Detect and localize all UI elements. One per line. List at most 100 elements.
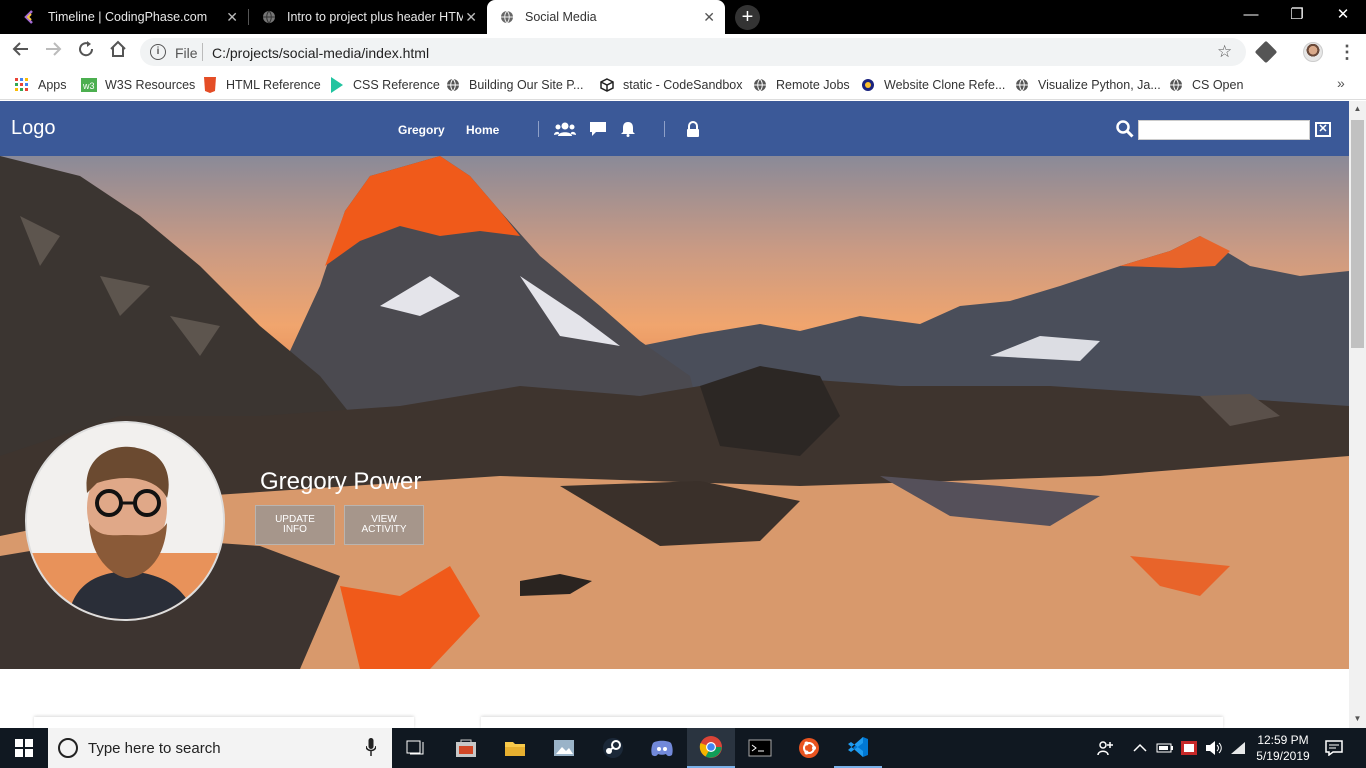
tab-timeline[interactable]: Timeline | CodingPhase.com ✕: [10, 0, 248, 34]
forward-button[interactable]: [41, 40, 65, 64]
home-button[interactable]: [106, 40, 130, 64]
bookmark-w3s[interactable]: w3 W3S Resources: [81, 76, 195, 94]
bookmark-visualize-python[interactable]: Visualize Python, Ja...: [1014, 76, 1161, 94]
search-clear-button[interactable]: ✕: [1315, 122, 1331, 137]
nav-link-gregory[interactable]: Gregory: [398, 123, 445, 137]
sidebar-card: [34, 717, 414, 728]
back-button[interactable]: [9, 40, 33, 64]
circle-icon: [860, 77, 876, 93]
windows-taskbar: Type here to search 12:59 PM 5/19/2019: [0, 728, 1366, 768]
clock-date: 5/19/2019: [1256, 749, 1310, 763]
lock-icon[interactable]: [682, 120, 704, 138]
close-icon[interactable]: ✕: [465, 9, 477, 26]
bookmark-css-reference[interactable]: CSS Reference: [329, 76, 440, 94]
vscode-icon[interactable]: [834, 728, 882, 768]
bookmark-label: CSS Reference: [353, 78, 440, 92]
terminal-icon[interactable]: [736, 728, 784, 768]
globe-icon: [752, 77, 768, 93]
site-header: Logo Gregory Home ✕: [0, 101, 1349, 156]
bookmark-label: W3S Resources: [105, 78, 196, 92]
bookmark-remote-jobs[interactable]: Remote Jobs: [752, 76, 850, 94]
address-url[interactable]: C:/projects/social-media/index.html: [212, 45, 429, 61]
site-logo[interactable]: Logo: [11, 117, 56, 140]
bookmark-label: HTML Reference: [226, 78, 321, 92]
windows-logo-icon: [15, 739, 33, 757]
people-icon[interactable]: [1096, 728, 1114, 768]
wifi-icon[interactable]: [1230, 728, 1246, 768]
tab-strip: Timeline | CodingPhase.com ✕ Intro to pr…: [0, 0, 1366, 34]
globe-icon: [1014, 77, 1030, 93]
cover-photo: Gregory Power UPDATE INFO VIEW ACTIVITY: [0, 156, 1349, 669]
ubuntu-icon[interactable]: [785, 728, 833, 768]
profile-avatar[interactable]: [1303, 42, 1323, 62]
tab-title: Timeline | CodingPhase.com: [48, 10, 208, 24]
discord-icon[interactable]: [638, 728, 686, 768]
notifications-icon[interactable]: [1325, 728, 1343, 768]
friends-icon[interactable]: [554, 120, 576, 138]
view-activity-button[interactable]: VIEW ACTIVITY: [344, 505, 424, 545]
avatar[interactable]: [25, 421, 225, 621]
minimize-button[interactable]: —: [1228, 0, 1274, 30]
bookmark-apps[interactable]: Apps: [14, 76, 67, 94]
new-tab-button[interactable]: +: [735, 5, 760, 30]
search-icon[interactable]: [1116, 120, 1134, 143]
info-icon[interactable]: i: [150, 44, 166, 60]
tab-social-media[interactable]: Social Media ✕: [487, 0, 725, 34]
chevron-up-icon[interactable]: [1133, 728, 1147, 768]
bookmark-label: Apps: [38, 78, 67, 92]
bookmark-website-clone[interactable]: Website Clone Refe...: [860, 76, 1005, 94]
nav-link-home[interactable]: Home: [466, 123, 499, 137]
window-close-button[interactable]: ✕: [1320, 0, 1366, 30]
bookmark-star-icon[interactable]: ☆: [1217, 42, 1232, 62]
bookmark-building-site[interactable]: Building Our Site P...: [445, 76, 583, 94]
close-icon[interactable]: ✕: [226, 9, 238, 26]
profile-name: Gregory Power: [260, 468, 422, 495]
tab-title: Social Media: [525, 10, 597, 24]
bookmark-cs-open[interactable]: CS Open: [1168, 76, 1243, 94]
header-divider: [664, 121, 665, 137]
menu-icon[interactable]: ⋮: [1338, 42, 1356, 63]
windows-start-button[interactable]: [0, 728, 48, 768]
tab-intro[interactable]: Intro to project plus header HTML ✕: [249, 0, 487, 34]
mountain-landscape-image: [0, 156, 1349, 669]
update-info-button[interactable]: UPDATE INFO: [255, 505, 335, 545]
battery-icon[interactable]: [1156, 728, 1174, 768]
svg-text:w3: w3: [82, 81, 95, 91]
file-explorer-icon[interactable]: [491, 728, 539, 768]
chrome-icon[interactable]: [687, 728, 735, 768]
codingphase-icon: [22, 9, 38, 25]
apps-grid-icon: [14, 77, 30, 93]
bookmark-codesandbox[interactable]: static - CodeSandbox: [599, 76, 743, 94]
profile-photo-image: [27, 423, 223, 619]
taskbar-search[interactable]: Type here to search: [48, 728, 392, 768]
scrollbar-thumb[interactable]: [1351, 120, 1364, 348]
globe-icon: [445, 77, 461, 93]
bookmark-label: Building Our Site P...: [469, 78, 584, 92]
bookmark-label: static - CodeSandbox: [623, 78, 743, 92]
header-divider: [538, 121, 539, 137]
search-input[interactable]: [1138, 120, 1310, 140]
antivirus-icon[interactable]: [1181, 728, 1197, 768]
scroll-down-icon[interactable]: ▼: [1352, 714, 1363, 723]
page-viewport: Logo Gregory Home ✕ Gregory Power UPDATE…: [0, 101, 1349, 728]
html5-icon: [202, 77, 218, 93]
cortana-icon: [58, 738, 78, 758]
reload-button[interactable]: [74, 40, 98, 64]
photos-icon[interactable]: [540, 728, 588, 768]
taskbar-clock[interactable]: 12:59 PM 5/19/2019: [1252, 732, 1314, 764]
microphone-icon[interactable]: [366, 738, 376, 756]
chat-icon[interactable]: [587, 120, 609, 138]
task-view-icon[interactable]: [392, 728, 440, 768]
bookmarks-overflow-button[interactable]: »: [1337, 75, 1345, 91]
bookmark-html-reference[interactable]: HTML Reference: [202, 76, 321, 94]
w3s-icon: w3: [81, 77, 97, 93]
address-divider: [202, 43, 203, 61]
volume-icon[interactable]: [1205, 728, 1223, 768]
forward-arrow-icon: [46, 42, 62, 56]
store-icon[interactable]: [442, 728, 490, 768]
restore-button[interactable]: ❐: [1274, 0, 1320, 30]
bell-icon[interactable]: [617, 120, 639, 138]
scroll-up-icon[interactable]: ▲: [1352, 104, 1363, 113]
steam-icon[interactable]: [589, 728, 637, 768]
close-icon[interactable]: ✕: [703, 9, 715, 26]
